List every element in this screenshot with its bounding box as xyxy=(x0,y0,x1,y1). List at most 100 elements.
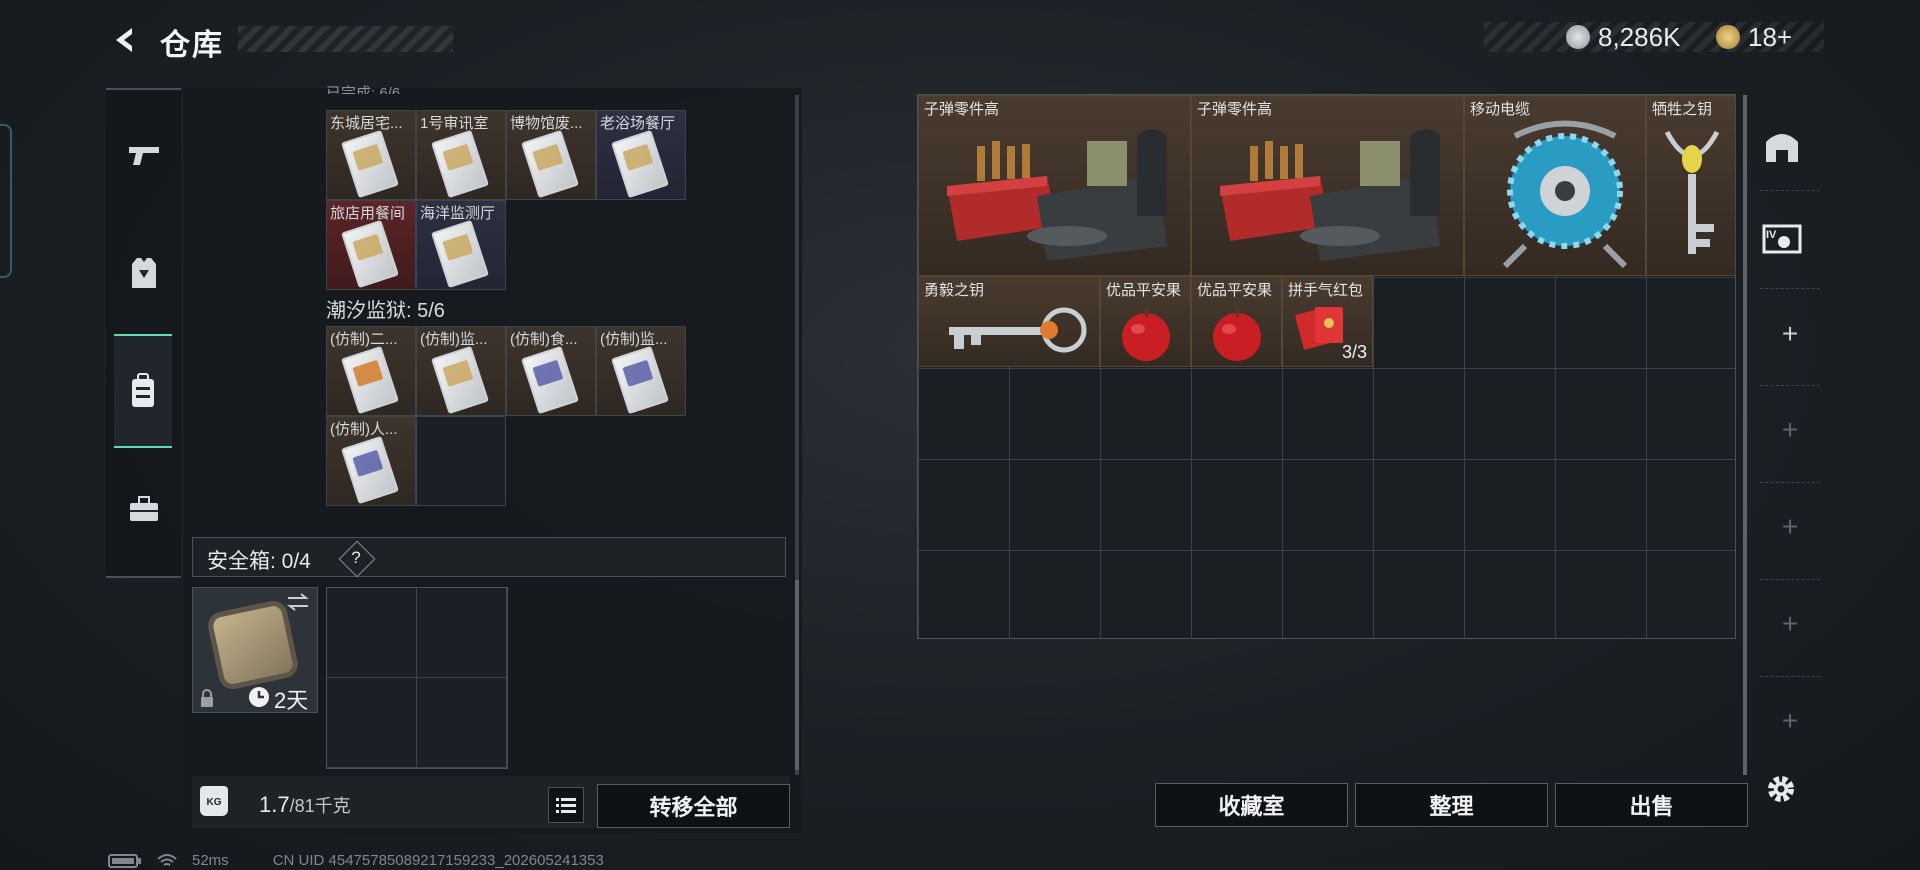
empty-slot[interactable] xyxy=(416,416,506,506)
list-view-button[interactable] xyxy=(548,787,584,823)
back-arrow-icon[interactable] xyxy=(108,24,140,56)
sidebar-item-backpack[interactable] xyxy=(114,334,172,448)
item-label: 勇毅之钥 xyxy=(924,282,985,299)
add-stash-icon[interactable]: + xyxy=(1766,414,1814,446)
item-count: 3/3 xyxy=(1341,342,1367,362)
stash-item-apple[interactable]: 优品平安果 xyxy=(1100,276,1191,367)
right-scrollbar[interactable] xyxy=(1743,95,1747,775)
item-label: 优品平安果 xyxy=(1197,282,1273,299)
fake-card-item[interactable]: (仿制)监... xyxy=(416,326,506,416)
item-label: 博物馆废... xyxy=(510,115,583,132)
divider xyxy=(1760,676,1820,678)
gold-currency[interactable]: 18+ xyxy=(1716,20,1792,54)
archive-card-icon xyxy=(521,345,579,415)
archive-card-icon xyxy=(431,345,489,415)
archive-card-item[interactable]: 东城居宅... xyxy=(326,110,416,200)
archive-card-icon xyxy=(431,219,489,289)
stash-home-icon[interactable] xyxy=(1762,128,1802,164)
archive-card-icon xyxy=(341,435,399,505)
item-label: 拼手气红包 xyxy=(1288,282,1364,299)
gold-amount: 18+ xyxy=(1748,21,1793,52)
stash-item-sacrifice-key[interactable]: 牺牲之钥 xyxy=(1646,95,1736,276)
sell-button[interactable]: 出售 xyxy=(1555,783,1748,827)
ammo-parts-icon xyxy=(1220,129,1440,261)
archive-card-icon xyxy=(341,129,399,199)
silver-currency[interactable]: 8,286K xyxy=(1566,20,1680,54)
collection-room-button[interactable]: 收藏室 xyxy=(1155,783,1348,827)
item-label: (仿制)监... xyxy=(420,331,488,348)
title-decoration xyxy=(238,26,453,52)
battery-icon xyxy=(108,853,141,868)
ammo-parts-icon xyxy=(947,129,1167,261)
divider xyxy=(1760,579,1820,581)
archive-card-item[interactable]: 1号审讯室 xyxy=(416,110,506,200)
item-label: (仿制)食... xyxy=(510,331,578,348)
divider xyxy=(1760,385,1820,387)
cable-reel-icon xyxy=(1502,120,1628,269)
archive-card-item[interactable]: 海洋监测厅 xyxy=(416,200,506,290)
add-stash-icon[interactable]: + xyxy=(1766,318,1814,350)
stash-item-courage-key[interactable]: 勇毅之钥 xyxy=(918,276,1100,367)
silver-amount: 8,286K xyxy=(1598,21,1681,52)
archive-card-icon xyxy=(611,129,669,199)
organize-button[interactable]: 整理 xyxy=(1355,783,1548,827)
stash-level-icon[interactable]: IV xyxy=(1760,220,1806,258)
divider xyxy=(1760,190,1820,192)
fake-card-item[interactable]: (仿制)食... xyxy=(506,326,596,416)
category-sidebar xyxy=(106,88,181,578)
left-scrollbar-thumb[interactable] xyxy=(795,580,799,770)
stash-item-apple[interactable]: 优品平安果 xyxy=(1191,276,1282,367)
group-title: 潮汐监狱: 5/6 xyxy=(326,300,445,322)
fake-card-item[interactable]: (仿制)监... xyxy=(596,326,686,416)
add-stash-icon[interactable]: + xyxy=(1766,511,1814,543)
sidebar-item-toolbox[interactable] xyxy=(106,454,181,564)
archive-card-icon xyxy=(341,219,399,289)
secure-case-icon xyxy=(205,598,301,692)
transfer-all-button[interactable]: 转移全部 xyxy=(597,784,790,828)
fake-card-item[interactable]: (仿制)人... xyxy=(326,416,416,506)
help-icon[interactable]: ? xyxy=(344,546,368,570)
group-title-partial: 已完成: 6/6 xyxy=(326,85,401,94)
settings-gear-icon[interactable] xyxy=(1764,772,1798,806)
weight-max: /81千克 xyxy=(289,796,351,816)
archive-card-icon xyxy=(611,345,669,415)
weight-readout: 1.7/81千克 xyxy=(259,792,351,818)
stash-item-red-envelope[interactable]: 拼手气红包 3/3 xyxy=(1282,276,1373,367)
item-label: 东城居宅... xyxy=(330,115,403,132)
add-stash-icon[interactable]: + xyxy=(1766,608,1814,640)
archive-card-item[interactable]: 老浴场餐厅 xyxy=(596,110,686,200)
toolbox-icon xyxy=(129,496,158,521)
apple-icon xyxy=(1122,307,1170,361)
fake-card-item[interactable]: (仿制)二... xyxy=(326,326,416,416)
archive-card-icon xyxy=(431,129,489,199)
item-label: 牺牲之钥 xyxy=(1652,101,1713,118)
status-bar: 52ms CN UID 45475785089217159233_2026052… xyxy=(108,852,604,869)
page-title: 仓库 xyxy=(160,29,224,62)
duration-label: 2天 xyxy=(274,688,309,713)
list-icon xyxy=(556,798,576,813)
divider xyxy=(1760,482,1820,484)
sidebar-item-weapons[interactable] xyxy=(106,100,181,210)
uid-label: CN UID 45475785089217159233_202605241353 xyxy=(272,852,604,869)
safe-box-label: 安全箱: 0/4 xyxy=(207,550,311,573)
safe-box-empty-slots[interactable] xyxy=(326,587,508,769)
swap-icon[interactable] xyxy=(286,592,310,612)
archive-card-icon xyxy=(521,129,579,199)
vest-icon xyxy=(131,258,156,288)
backpack-icon xyxy=(132,373,154,407)
archive-card-item[interactable]: 旅店用餐间 xyxy=(326,200,416,290)
svg-text:IV: IV xyxy=(1766,229,1777,241)
archive-card-icon xyxy=(341,345,399,415)
stash-item-cable-reel[interactable]: 移动电缆 xyxy=(1464,95,1646,276)
add-stash-icon[interactable]: + xyxy=(1766,705,1814,737)
item-label: (仿制)监... xyxy=(600,331,668,348)
stash-item-ammo-parts[interactable]: 子弹零件高 xyxy=(1191,95,1464,276)
silver-coin-icon xyxy=(1566,25,1590,49)
item-label: (仿制)二... xyxy=(330,331,398,348)
lock-icon xyxy=(201,689,213,707)
archive-card-item[interactable]: 博物馆废... xyxy=(506,110,596,200)
left-edge-tab[interactable] xyxy=(0,124,12,278)
stash-item-ammo-parts[interactable]: 子弹零件高 xyxy=(918,95,1191,276)
item-label: 海洋监测厅 xyxy=(420,205,496,222)
sidebar-item-armor[interactable] xyxy=(106,218,181,328)
